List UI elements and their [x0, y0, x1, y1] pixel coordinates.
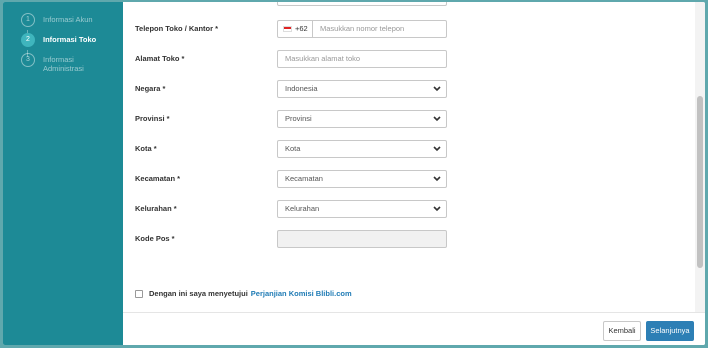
city-value: Kota	[285, 144, 301, 153]
phone-label: Telepon Toko / Kantor *	[135, 24, 219, 33]
steps-sidebar: 1 Informasi Akun 2 Informasi Toko 3 Info…	[3, 2, 123, 345]
step-number: 1	[21, 13, 35, 27]
country-select[interactable]: Indonesia	[277, 80, 447, 98]
province-value: Provinsi	[285, 114, 312, 123]
district-label: Kecamatan *	[135, 174, 181, 183]
agreement-row: Dengan ini saya menyetujui Perjanjian Ko…	[135, 289, 352, 298]
country-code-selector[interactable]: +62	[278, 21, 313, 37]
country-label: Negara *	[135, 84, 166, 93]
form-area: Telepon Toko / Kantor * +62 Masukkan nom…	[123, 2, 705, 345]
step-number: 2	[21, 33, 35, 47]
chevron-down-icon	[428, 111, 446, 127]
country-code: +62	[295, 24, 308, 33]
chevron-down-icon	[428, 141, 446, 157]
scrollbar-thumb[interactable]	[697, 96, 703, 268]
address-placeholder: Masukkan alamat toko	[285, 54, 361, 63]
province-label: Provinsi *	[135, 114, 170, 123]
address-label: Alamat Toko *	[135, 54, 185, 63]
form-scrollbar[interactable]	[695, 2, 705, 312]
province-select[interactable]: Provinsi	[277, 110, 447, 128]
agreement-checkbox[interactable]	[135, 289, 143, 298]
step-store-info[interactable]: 2 Informasi Toko	[21, 33, 113, 47]
registration-window: 1 Informasi Akun 2 Informasi Toko 3 Info…	[3, 2, 705, 345]
form-footer: Kembali Selanjutnya	[123, 312, 705, 345]
step-account-info[interactable]: 1 Informasi Akun	[21, 13, 113, 27]
postal-code-input	[277, 230, 447, 248]
phone-input[interactable]: +62 Masukkan nomor telepon	[277, 20, 447, 38]
step-admin-info[interactable]: 3 Informasi Administrasi	[21, 53, 113, 73]
district-value: Kecamatan	[285, 174, 323, 183]
country-value: Indonesia	[285, 84, 318, 93]
village-value: Kelurahan	[285, 204, 320, 213]
previous-field-input[interactable]	[277, 2, 447, 6]
step-label: Informasi Akun	[43, 15, 93, 24]
district-select[interactable]: Kecamatan	[277, 170, 447, 188]
step-label: Informasi Administrasi	[43, 55, 84, 73]
city-label: Kota *	[135, 144, 157, 153]
chevron-down-icon	[428, 171, 446, 187]
chevron-down-icon	[428, 201, 446, 217]
village-select[interactable]: Kelurahan	[277, 200, 447, 218]
back-button[interactable]: Kembali	[603, 321, 641, 341]
address-input[interactable]: Masukkan alamat toko	[277, 50, 447, 68]
postal-code-label: Kode Pos *	[135, 234, 175, 243]
next-button[interactable]: Selanjutnya	[646, 321, 694, 341]
commission-agreement-link[interactable]: Perjanjian Komisi Blibli.com	[251, 289, 352, 298]
chevron-down-icon	[428, 81, 446, 97]
step-number: 3	[21, 53, 35, 67]
phone-placeholder: Masukkan nomor telepon	[320, 24, 405, 33]
indonesia-flag-icon	[283, 26, 292, 32]
step-label: Informasi Toko	[43, 35, 97, 44]
agreement-text: Dengan ini saya menyetujui	[149, 289, 248, 298]
village-label: Kelurahan *	[135, 204, 177, 213]
city-select[interactable]: Kota	[277, 140, 447, 158]
